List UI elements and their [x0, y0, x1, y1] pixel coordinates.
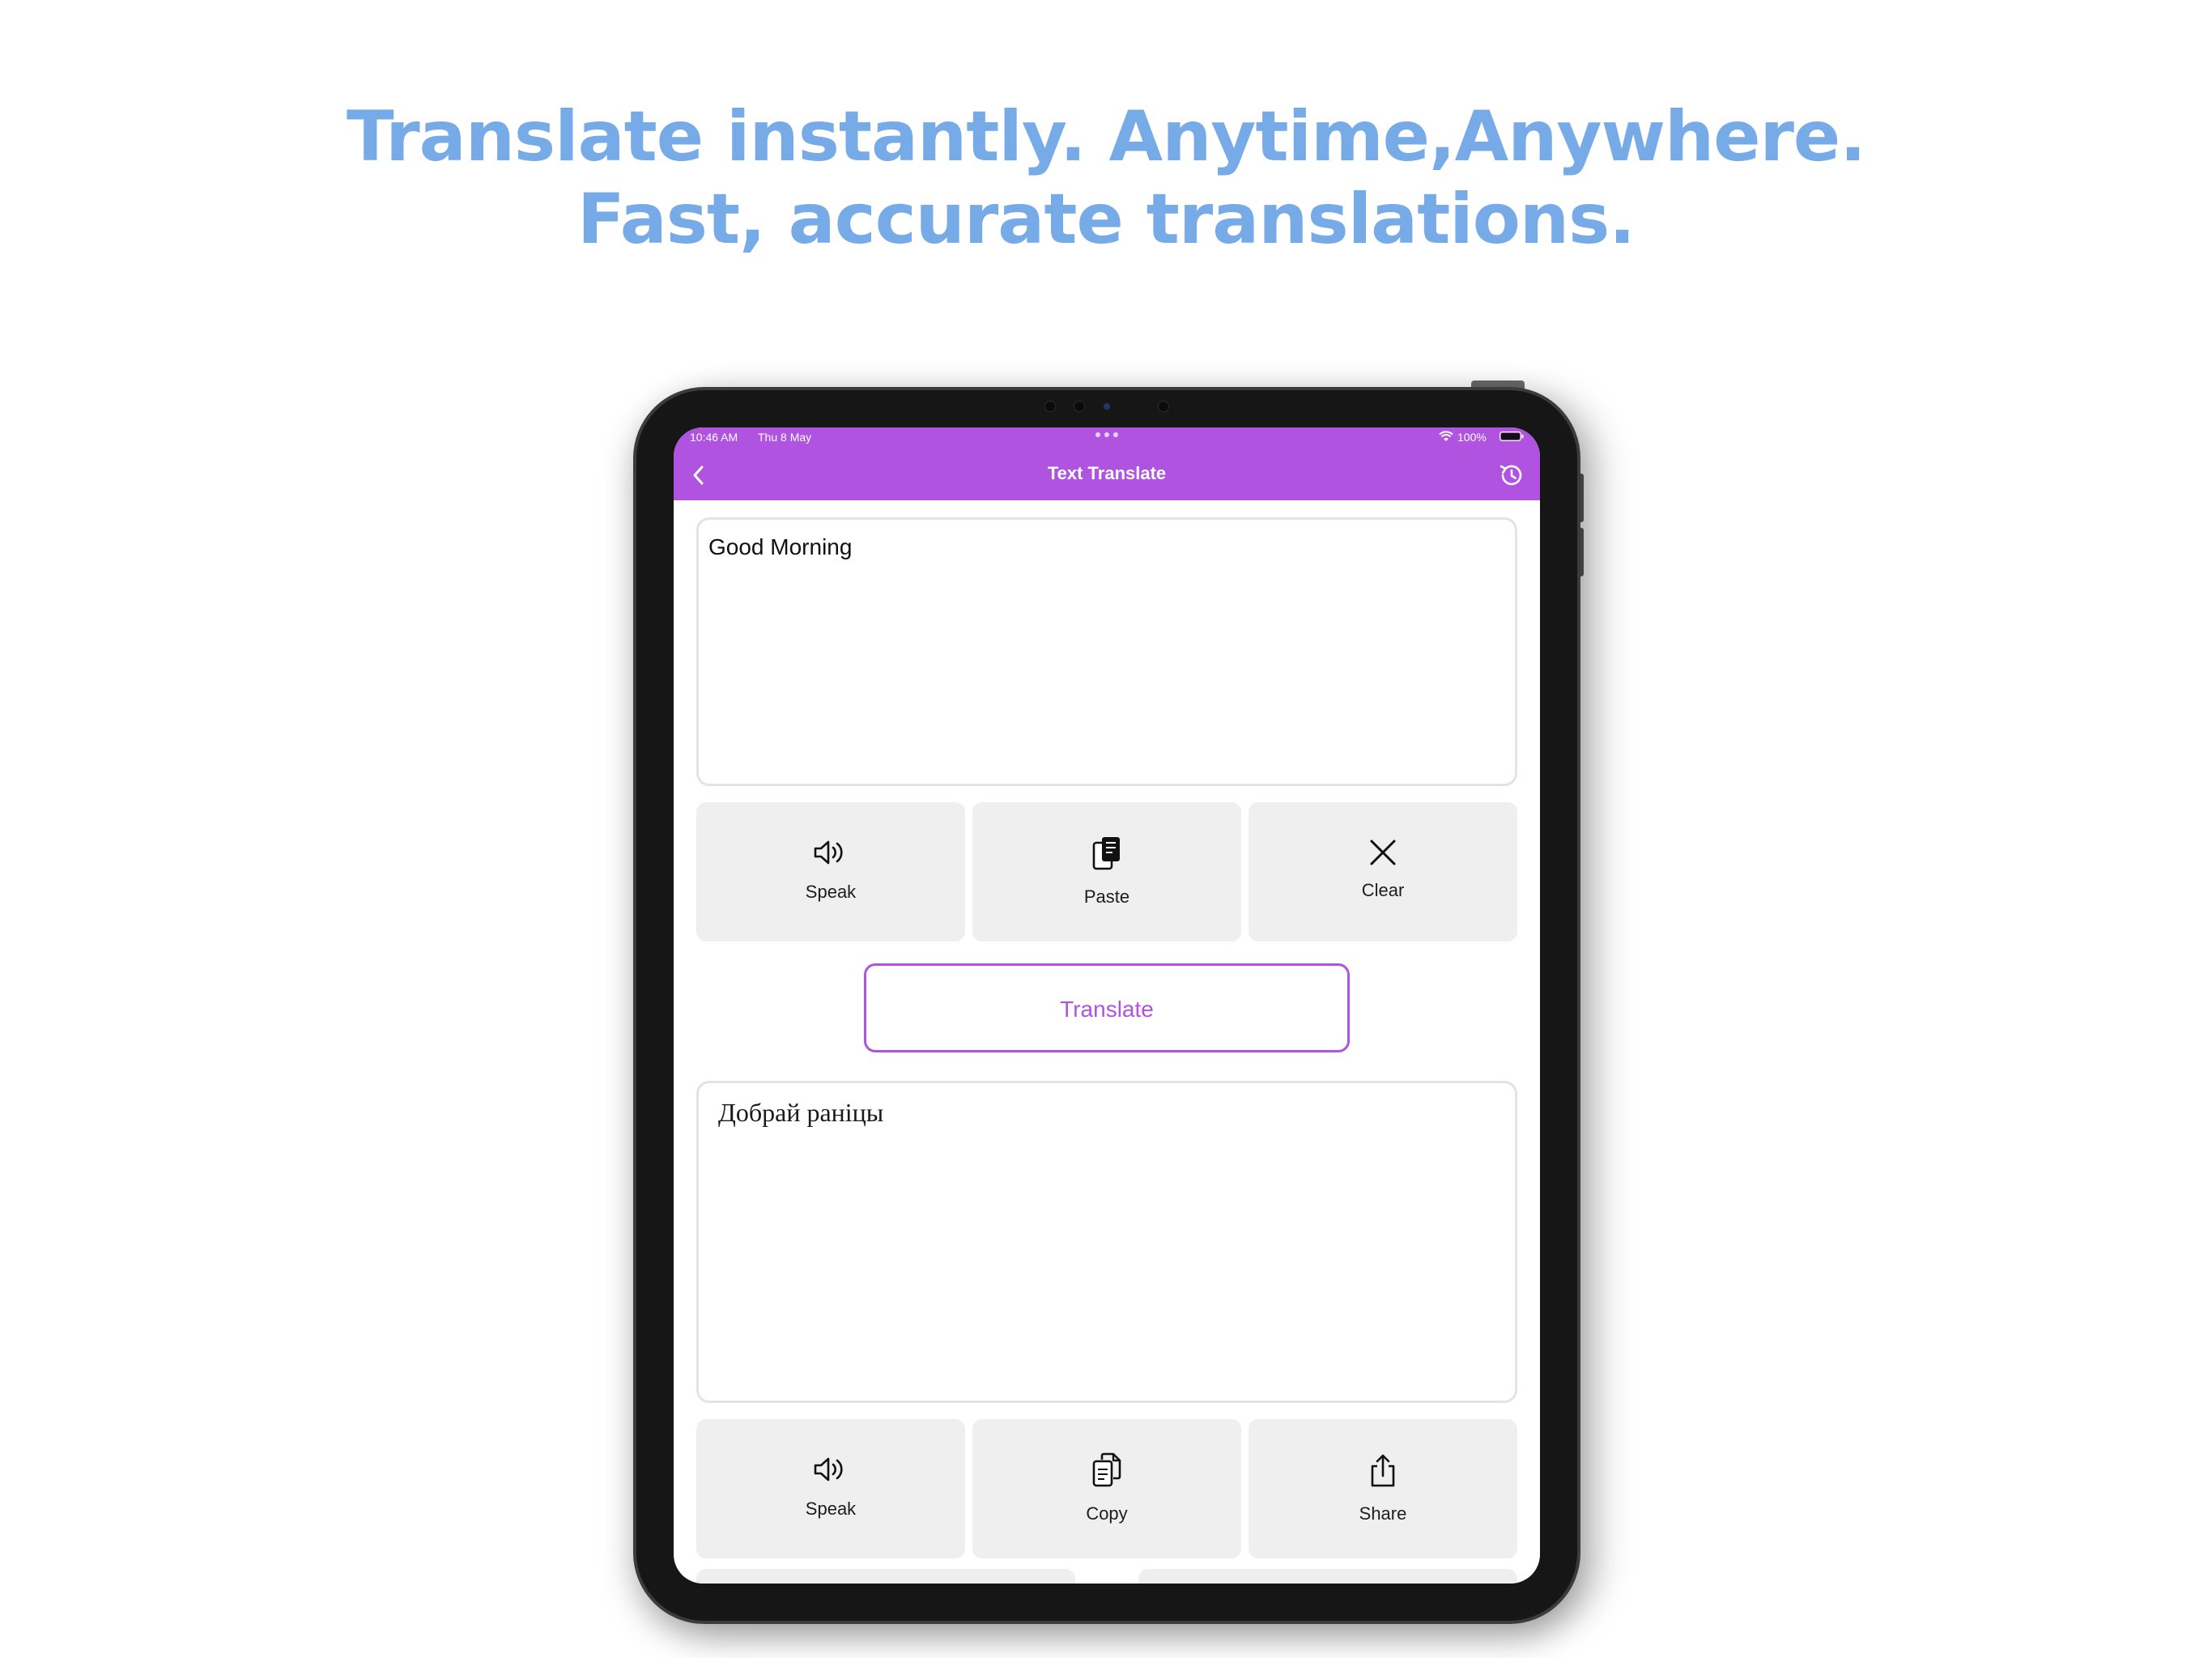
speak-translation-label: Speak	[805, 1499, 857, 1519]
wifi-icon	[1439, 431, 1453, 441]
bottom-option-button[interactable]	[696, 1569, 1075, 1584]
paste-button[interactable]: Paste	[972, 802, 1241, 942]
translate-button[interactable]: Translate	[864, 963, 1350, 1052]
copy-button[interactable]: Copy	[972, 1419, 1241, 1558]
bottom-option-button[interactable]	[1138, 1569, 1517, 1584]
camera-sensor	[1158, 401, 1169, 412]
share-label: Share	[1359, 1503, 1407, 1524]
status-time: 10:46 AM	[690, 431, 738, 444]
page-title: Text Translate	[1047, 463, 1167, 483]
headline: Translate instantly. Anytime,Anywhere. F…	[0, 96, 2212, 261]
paste-icon	[1092, 837, 1120, 870]
speak-translation-button[interactable]: Speak	[696, 1419, 965, 1558]
camera-sensor	[1044, 401, 1056, 412]
copy-label: Copy	[1086, 1503, 1128, 1524]
app-screen: 10:46 AM Thu 8 May 100% Text Translate G…	[674, 427, 1540, 1584]
navigation-bar: 10:46 AM Thu 8 May 100% Text Translate	[674, 427, 1540, 500]
share-button[interactable]: Share	[1249, 1419, 1517, 1558]
speaker-icon	[814, 840, 843, 865]
status-date: Thu 8 May	[758, 431, 812, 444]
speaker-icon	[814, 1457, 843, 1482]
speak-source-button[interactable]: Speak	[696, 802, 965, 942]
translate-label: Translate	[1060, 997, 1154, 1022]
headline-line-2: Fast, accurate translations.	[577, 179, 1636, 260]
paste-label: Paste	[1083, 886, 1130, 907]
close-icon	[1370, 840, 1396, 865]
speak-source-label: Speak	[805, 882, 857, 902]
translated-text-value[interactable]: Добрай раніцы	[718, 1098, 883, 1128]
headline-line-1: Translate instantly. Anytime,Anywhere.	[347, 96, 1866, 177]
clear-button[interactable]: Clear	[1249, 802, 1517, 942]
translated-text-field[interactable]: Добрай раніцы	[696, 1081, 1517, 1403]
battery-percentage: 100%	[1457, 431, 1487, 444]
camera-indicator	[1104, 403, 1110, 410]
history-clock-icon[interactable]	[1498, 461, 1525, 489]
camera-cluster	[1036, 398, 1182, 414]
source-text-value[interactable]: Good Morning	[708, 534, 852, 560]
multitasking-dots-icon[interactable]	[1095, 432, 1120, 439]
copy-icon	[1092, 1452, 1121, 1487]
source-text-field[interactable]: Good Morning	[696, 517, 1517, 786]
clear-label: Clear	[1361, 880, 1405, 900]
camera-lens	[1074, 401, 1085, 412]
battery-icon	[1499, 432, 1524, 441]
share-icon	[1371, 1454, 1395, 1487]
